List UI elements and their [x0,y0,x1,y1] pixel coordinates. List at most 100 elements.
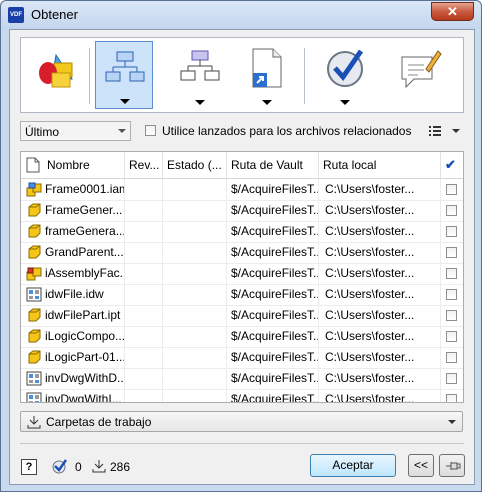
file-name: iLogicCompo... [45,329,125,343]
chevron-down-icon[interactable] [448,420,456,424]
check-in-button[interactable] [316,41,374,109]
file-name: FrameGener... [45,203,123,217]
cell-revision [125,284,163,305]
cell-revision [125,305,163,326]
cell-vault-path: $/AcquireFilesT... [227,389,319,402]
accept-button[interactable]: Aceptar [310,454,396,477]
use-released-label: Utilice lanzados para los archivos relac… [162,124,412,138]
use-released-checkbox[interactable] [145,125,156,136]
column-header-revision[interactable]: Rev... [125,152,163,178]
file-name: GrandParent... [45,245,124,259]
grid-header: Nombre Rev... Estado (... Ruta de Vault … [21,152,463,179]
checkmark-icon: ✔ [445,157,456,172]
workspace-select[interactable]: Carpetas de trabajo [20,411,463,432]
cell-vault-path: $/AcquireFilesT... [227,200,319,221]
dialog-client: Último Utilice lanzados para los archivo… [9,29,475,485]
cell-select [441,305,463,326]
chevron-down-icon[interactable] [114,122,130,140]
row-checkbox[interactable] [446,184,457,195]
row-checkbox[interactable] [446,247,457,258]
collapse-button[interactable]: << [408,454,434,477]
cell-revision [125,221,163,242]
cell-select [441,347,463,368]
table-row[interactable]: GrandParent... $/AcquireFilesT... C:\Users… [21,242,463,264]
table-row[interactable]: idwFile.idw $/AcquireFilesT... C:\Users\fo… [21,284,463,306]
table-row[interactable]: invDwgWithD... $/AcquireFilesT... C:\Users… [21,368,463,390]
row-checkbox[interactable] [446,205,457,216]
cell-revision [125,200,163,221]
cell-state [163,242,227,263]
cell-revision [125,326,163,347]
cell-select [441,200,463,221]
comment-button[interactable] [389,41,447,109]
application-options-button[interactable] [25,41,83,109]
list-options-button[interactable] [428,123,464,139]
column-header-state[interactable]: Estado (... [163,152,227,178]
structure-tree-button[interactable] [95,41,153,109]
table-row[interactable]: idwFilePart.ipt $/AcquireFilesT... C:\User… [21,305,463,327]
cell-state [163,284,227,305]
cell-vault-path: $/AcquireFilesT... [227,179,319,200]
table-row[interactable]: iLogicCompo... $/AcquireFilesT... C:\Users… [21,326,463,348]
row-checkbox[interactable] [446,268,457,279]
cell-vault-path: $/AcquireFilesT... [227,347,319,368]
row-checkbox[interactable] [446,310,457,321]
table-row[interactable]: FrameGener... $/AcquireFilesT... C:\Users\… [21,200,463,222]
download-icon [92,460,106,473]
close-icon: ✕ [447,4,458,19]
file-name: iAssemblyFac... [45,266,125,280]
file-name: frameGenera... [45,224,125,238]
row-checkbox[interactable] [446,226,457,237]
table-row[interactable]: Frame0001.iam $/AcquireFilesT... C:\Users\… [21,179,463,201]
cell-local-path: C:\Users\foster... [319,179,441,200]
cell-name: iLogicCompo... [21,326,125,347]
cell-vault-path: $/AcquireFilesT... [227,368,319,389]
flat-structure-button[interactable] [171,41,229,109]
column-header-select[interactable]: ✔ [441,152,463,178]
chevron-down-icon [195,100,205,105]
row-checkbox[interactable] [446,352,457,363]
close-button[interactable]: ✕ [431,2,474,21]
row-checkbox[interactable] [446,394,457,402]
help-icon: ? [25,461,33,473]
row-checkbox[interactable] [446,373,457,384]
cell-name: frameGenera... [21,221,125,242]
row-checkbox[interactable] [446,289,457,300]
cell-name: iLogicPart-01... [21,347,125,368]
table-row[interactable]: iLogicPart-01... $/AcquireFilesT... C:\Use… [21,347,463,369]
column-header-name[interactable]: Nombre [21,152,125,178]
cell-name: iAssemblyFac... [21,263,125,284]
pin-button[interactable] [439,454,465,477]
cell-revision [125,389,163,402]
cell-select [441,284,463,305]
column-header-label: Ruta local [323,158,377,172]
column-header-local-path[interactable]: Ruta local [319,152,441,178]
version-select[interactable]: Último [20,121,131,141]
table-row[interactable]: iAssemblyFac... $/AcquireFilesT... C:\User… [21,263,463,285]
document-shortcut-button[interactable] [238,41,296,109]
document-shortcut-icon [252,48,282,88]
row-checkbox[interactable] [446,331,457,342]
title-bar[interactable]: VDF Obtener ✕ [1,1,481,29]
download-icon [27,416,41,429]
workspace-select-value: Carpetas de trabajo [46,415,152,429]
cell-vault-path: $/AcquireFilesT... [227,326,319,347]
column-header-vault-path[interactable]: Ruta de Vault [227,152,319,178]
checked-items-icon [52,459,67,474]
cell-state [163,389,227,402]
cell-revision [125,179,163,200]
chevron-down-icon [120,99,130,104]
application-options-icon [39,53,73,88]
table-row[interactable]: invDwgWithI... $/AcquireFilesT... C:\Users… [21,389,463,402]
pin-icon [446,462,461,470]
toolbar-separator [304,48,305,104]
file-name: invDwgWithD... [45,371,125,385]
cell-state [163,305,227,326]
cell-local-path: C:\Users\foster... [319,200,441,221]
cell-revision [125,347,163,368]
help-button[interactable]: ? [21,459,37,475]
table-row[interactable]: frameGenera... $/AcquireFilesT... C:\Users… [21,221,463,243]
cell-vault-path: $/AcquireFilesT... [227,263,319,284]
cell-vault-path: $/AcquireFilesT... [227,305,319,326]
file-name: iLogicPart-01... [45,350,125,364]
